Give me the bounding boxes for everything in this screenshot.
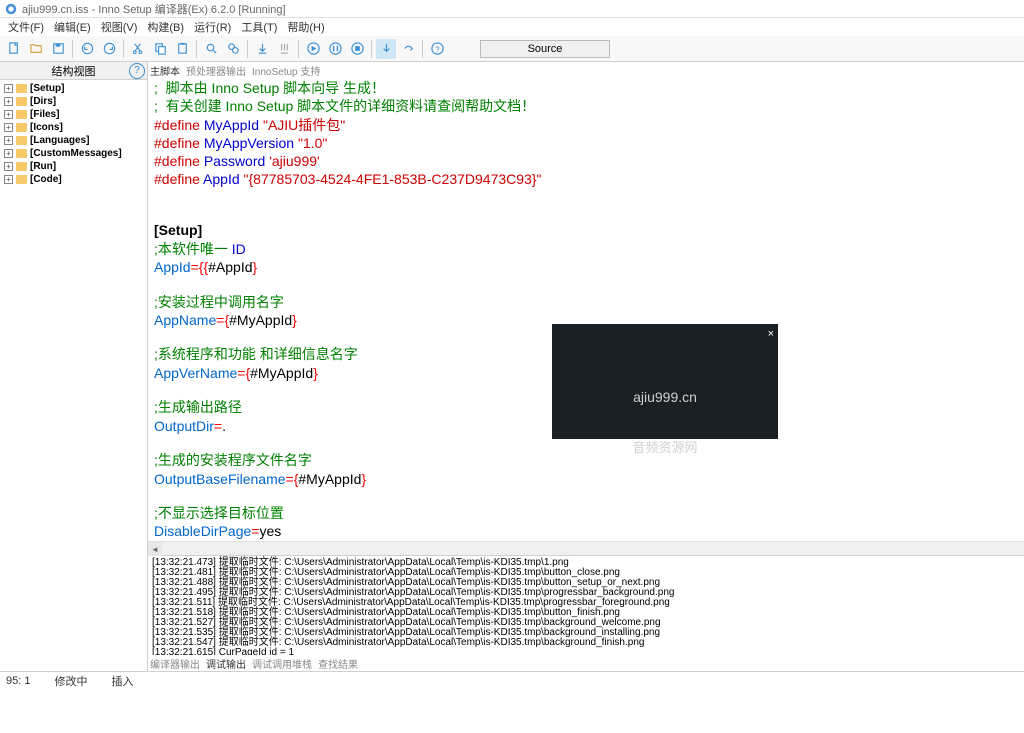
folder-icon bbox=[16, 123, 27, 132]
tree-item-languages[interactable]: +[Languages] bbox=[0, 134, 147, 147]
status-modified: 修改中 bbox=[54, 673, 87, 689]
horizontal-scrollbar[interactable]: ◄ bbox=[148, 541, 1024, 555]
structure-tree: +[Setup] +[Dirs] +[Files] +[Icons] +[Lan… bbox=[0, 80, 147, 671]
menu-file[interactable]: 文件(F) bbox=[4, 18, 48, 36]
separator bbox=[371, 40, 372, 58]
tab-compiler-output[interactable]: 编译器输出 bbox=[150, 656, 200, 671]
expand-icon[interactable]: + bbox=[4, 110, 13, 119]
tree-item-files[interactable]: +[Files] bbox=[0, 108, 147, 121]
folder-icon bbox=[16, 84, 27, 93]
separator bbox=[196, 40, 197, 58]
log-output[interactable]: [13:32:21.473] 提取临时文件: C:\Users\Administ… bbox=[148, 555, 1024, 655]
redo-icon[interactable] bbox=[99, 39, 119, 59]
svg-text:?: ? bbox=[435, 44, 439, 53]
tab-find-results[interactable]: 查找结果 bbox=[318, 656, 358, 671]
open-icon[interactable] bbox=[26, 39, 46, 59]
paste-icon[interactable] bbox=[172, 39, 192, 59]
expand-icon[interactable]: + bbox=[4, 136, 13, 145]
popup-subtitle: 音频资源网 bbox=[552, 440, 778, 456]
source-button[interactable]: Source bbox=[480, 40, 610, 58]
separator bbox=[422, 40, 423, 58]
separator bbox=[247, 40, 248, 58]
save-icon[interactable] bbox=[48, 39, 68, 59]
sidebar-header: 结构视图 ? bbox=[0, 62, 147, 80]
stop-compile-icon[interactable] bbox=[274, 39, 294, 59]
progress-bar bbox=[621, 499, 709, 505]
folder-icon bbox=[16, 136, 27, 145]
tab-preprocessor[interactable]: 预处理器输出 bbox=[186, 63, 246, 78]
new-icon[interactable] bbox=[4, 39, 24, 59]
menu-run[interactable]: 运行(R) bbox=[190, 18, 235, 36]
tab-callstack[interactable]: 调试调用堆栈 bbox=[252, 656, 312, 671]
menu-help[interactable]: 帮助(H) bbox=[283, 18, 328, 36]
copy-icon[interactable] bbox=[150, 39, 170, 59]
main-area: 结构视图 ? +[Setup] +[Dirs] +[Files] +[Icons… bbox=[0, 62, 1024, 671]
tab-innosetup-support[interactable]: InnoSetup 支持 bbox=[252, 63, 320, 78]
sidebar: 结构视图 ? +[Setup] +[Dirs] +[Files] +[Icons… bbox=[0, 62, 148, 671]
sidebar-title: 结构视图 bbox=[52, 63, 96, 79]
expand-icon[interactable]: + bbox=[4, 162, 13, 171]
tree-item-code[interactable]: +[Code] bbox=[0, 173, 147, 186]
popup-title: ajiu999.cn bbox=[552, 389, 778, 405]
cut-icon[interactable] bbox=[128, 39, 148, 59]
tree-item-run[interactable]: +[Run] bbox=[0, 160, 147, 173]
code-editor[interactable]: ; 脚本由 Inno Setup 脚本向导 生成！ ; 有关创建 Inno Se… bbox=[148, 78, 1024, 541]
menu-build[interactable]: 构建(B) bbox=[143, 18, 188, 36]
status-position: 95: 1 bbox=[6, 675, 30, 687]
step-icon[interactable] bbox=[376, 39, 396, 59]
expand-icon[interactable]: + bbox=[4, 149, 13, 158]
stop-icon[interactable] bbox=[347, 39, 367, 59]
undo-icon[interactable] bbox=[77, 39, 97, 59]
step-over-icon[interactable] bbox=[398, 39, 418, 59]
menu-edit[interactable]: 编辑(E) bbox=[50, 18, 95, 36]
toolbar: ? Source bbox=[0, 36, 1024, 62]
menubar: 文件(F) 编辑(E) 视图(V) 构建(B) 运行(R) 工具(T) 帮助(H… bbox=[0, 18, 1024, 36]
titlebar: ajiu999.cn.iss - Inno Setup 编译器(Ex) 6.2.… bbox=[0, 0, 1024, 18]
run-icon[interactable] bbox=[303, 39, 323, 59]
tab-debug-output[interactable]: 调试输出 bbox=[206, 656, 246, 671]
folder-icon bbox=[16, 110, 27, 119]
app-icon bbox=[4, 2, 18, 16]
editor-tabs: 主脚本 预处理器输出 InnoSetup 支持 bbox=[148, 62, 1024, 78]
sidebar-help-icon[interactable]: ? bbox=[129, 63, 145, 79]
folder-icon bbox=[16, 162, 27, 171]
installer-preview-window: × ajiu999.cn 音频资源网 一键安装 bbox=[552, 324, 778, 439]
expand-icon[interactable]: + bbox=[4, 84, 13, 93]
status-insert: 插入 bbox=[111, 673, 133, 689]
bottom-tabs: 编译器输出 调试输出 调试调用堆栈 查找结果 bbox=[148, 655, 1024, 671]
separator bbox=[72, 40, 73, 58]
menu-tools[interactable]: 工具(T) bbox=[237, 18, 281, 36]
expand-icon[interactable]: + bbox=[4, 97, 13, 106]
replace-icon[interactable] bbox=[223, 39, 243, 59]
expand-icon[interactable]: + bbox=[4, 123, 13, 132]
tab-main-script[interactable]: 主脚本 bbox=[150, 63, 180, 78]
statusbar: 95: 1 修改中 插入 bbox=[0, 671, 1024, 690]
log-line: [13:32:21.615] CurPageId id = 1 bbox=[152, 648, 1020, 655]
expand-icon[interactable]: + bbox=[4, 175, 13, 184]
separator bbox=[298, 40, 299, 58]
close-icon[interactable]: × bbox=[768, 326, 774, 342]
folder-icon bbox=[16, 175, 27, 184]
tree-item-setup[interactable]: +[Setup] bbox=[0, 82, 147, 95]
tree-item-dirs[interactable]: +[Dirs] bbox=[0, 95, 147, 108]
find-icon[interactable] bbox=[201, 39, 221, 59]
tree-item-custommessages[interactable]: +[CustomMessages] bbox=[0, 147, 147, 160]
separator bbox=[123, 40, 124, 58]
editor-area: 主脚本 预处理器输出 InnoSetup 支持 ; 脚本由 Inno Setup… bbox=[148, 62, 1024, 671]
scroll-left-icon[interactable]: ◄ bbox=[148, 542, 162, 556]
pause-icon[interactable] bbox=[325, 39, 345, 59]
folder-icon bbox=[16, 97, 27, 106]
menu-view[interactable]: 视图(V) bbox=[97, 18, 142, 36]
tree-item-icons[interactable]: +[Icons] bbox=[0, 121, 147, 134]
help-icon[interactable]: ? bbox=[427, 39, 447, 59]
title-text: ajiu999.cn.iss - Inno Setup 编译器(Ex) 6.2.… bbox=[22, 1, 286, 17]
folder-icon bbox=[16, 149, 27, 158]
compile-icon[interactable] bbox=[252, 39, 272, 59]
